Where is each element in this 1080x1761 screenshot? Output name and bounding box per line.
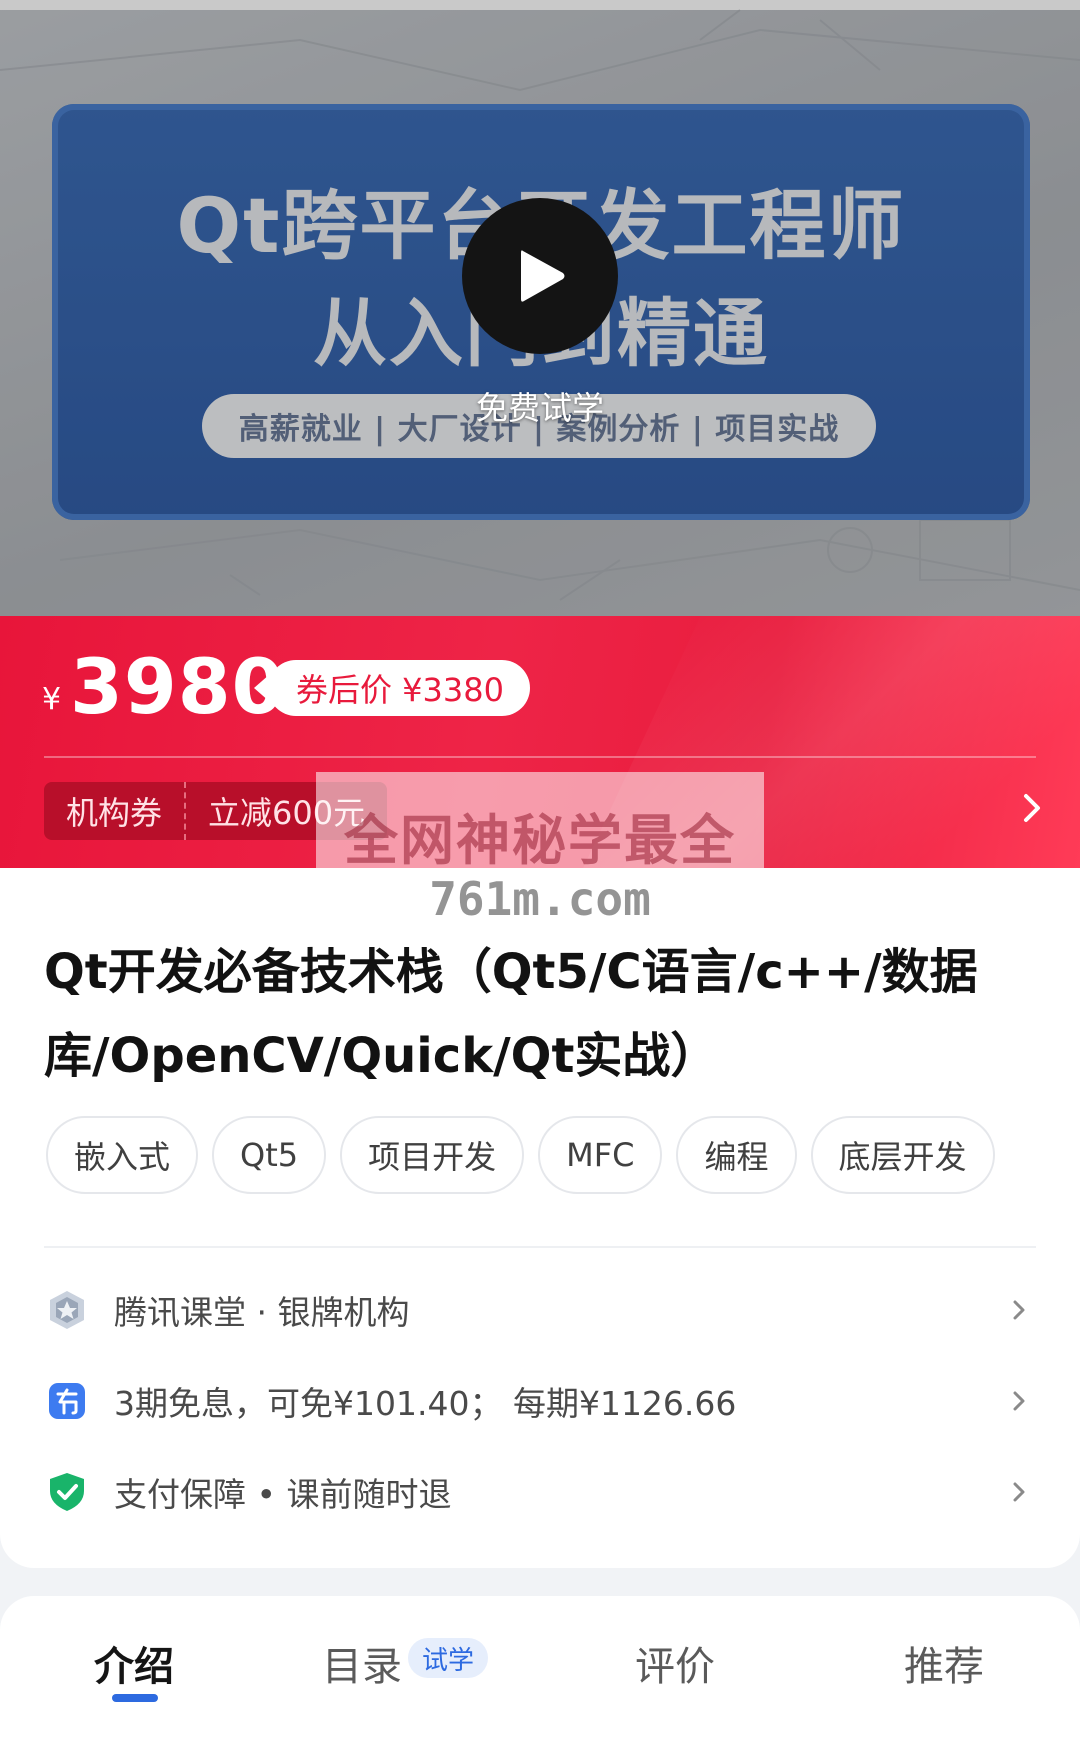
- chevron-right-icon: [1013, 1391, 1025, 1411]
- section-tab-bar: 介绍 目录 试学 评价 推荐: [0, 1596, 1080, 1761]
- watermark-text: 全网神秘学最全: [344, 809, 736, 872]
- installment-icon: [44, 1378, 90, 1424]
- course-detail-page: Qt跨平台开发工程师 从入门到精通 高薪就业 | 大厂设计 | 案例分析 | 项…: [0, 0, 1080, 1761]
- tab-intro[interactable]: 介绍: [94, 1634, 174, 1692]
- shield-check-icon: [44, 1469, 90, 1515]
- active-tab-indicator: [112, 1694, 158, 1702]
- tab-recommend[interactable]: 推荐: [904, 1634, 984, 1692]
- course-tag[interactable]: 底层开发: [810, 1116, 995, 1194]
- watermark-url: 761m.com: [429, 872, 651, 926]
- payment-guarantee-text: 支付保障 • 课前随时退: [114, 1475, 452, 1514]
- chevron-right-icon[interactable]: [1012, 788, 1052, 828]
- tab-review[interactable]: 评价: [635, 1634, 715, 1692]
- course-tag[interactable]: MFC: [538, 1116, 663, 1194]
- course-tags: 嵌入式 Qt5 项目开发 MFC 编程 底层开发: [46, 1116, 995, 1194]
- tab-catalog[interactable]: 目录: [322, 1634, 402, 1692]
- payment-guarantee-row[interactable]: 支付保障 • 课前随时退: [44, 1462, 1034, 1522]
- silver-badge-icon: [44, 1287, 90, 1333]
- course-tag[interactable]: 嵌入式: [46, 1116, 199, 1194]
- coupon-tag: 机构券: [44, 782, 185, 840]
- video-player[interactable]: Qt跨平台开发工程师 从入门到精通 高薪就业 | 大厂设计 | 案例分析 | 项…: [0, 0, 1080, 616]
- installment-text: 3期免息，可免¥101.40； 每期¥1126.66: [114, 1384, 737, 1423]
- trial-badge: 试学: [408, 1638, 489, 1678]
- play-button[interactable]: [462, 198, 618, 354]
- course-tag[interactable]: Qt5: [212, 1116, 327, 1194]
- institution-text: 腾讯课堂 · 银牌机构: [114, 1293, 410, 1332]
- price-divider: [44, 756, 1036, 758]
- chevron-right-icon: [1013, 1300, 1025, 1320]
- play-icon: [521, 250, 565, 302]
- chevron-right-icon: [1013, 1482, 1025, 1502]
- card-divider: [44, 1246, 1036, 1248]
- currency-symbol: ¥: [42, 682, 62, 717]
- coupon-price-badge: 券后价 ¥3380: [254, 660, 530, 716]
- free-trial-label[interactable]: 免费试学: [0, 383, 1080, 429]
- course-tag[interactable]: 编程: [676, 1116, 797, 1194]
- course-info-card: Qt开发必备技术栈（Qt5/C语言/c++/数据库/OpenCV/Quick/Q…: [0, 868, 1080, 1568]
- course-tag[interactable]: 项目开发: [340, 1116, 525, 1194]
- institution-row[interactable]: 腾讯课堂 · 银牌机构: [44, 1280, 1034, 1340]
- installment-row[interactable]: 3期免息，可免¥101.40； 每期¥1126.66: [44, 1371, 1034, 1431]
- course-title: Qt开发必备技术栈（Qt5/C语言/c++/数据库/OpenCV/Quick/Q…: [44, 944, 978, 1084]
